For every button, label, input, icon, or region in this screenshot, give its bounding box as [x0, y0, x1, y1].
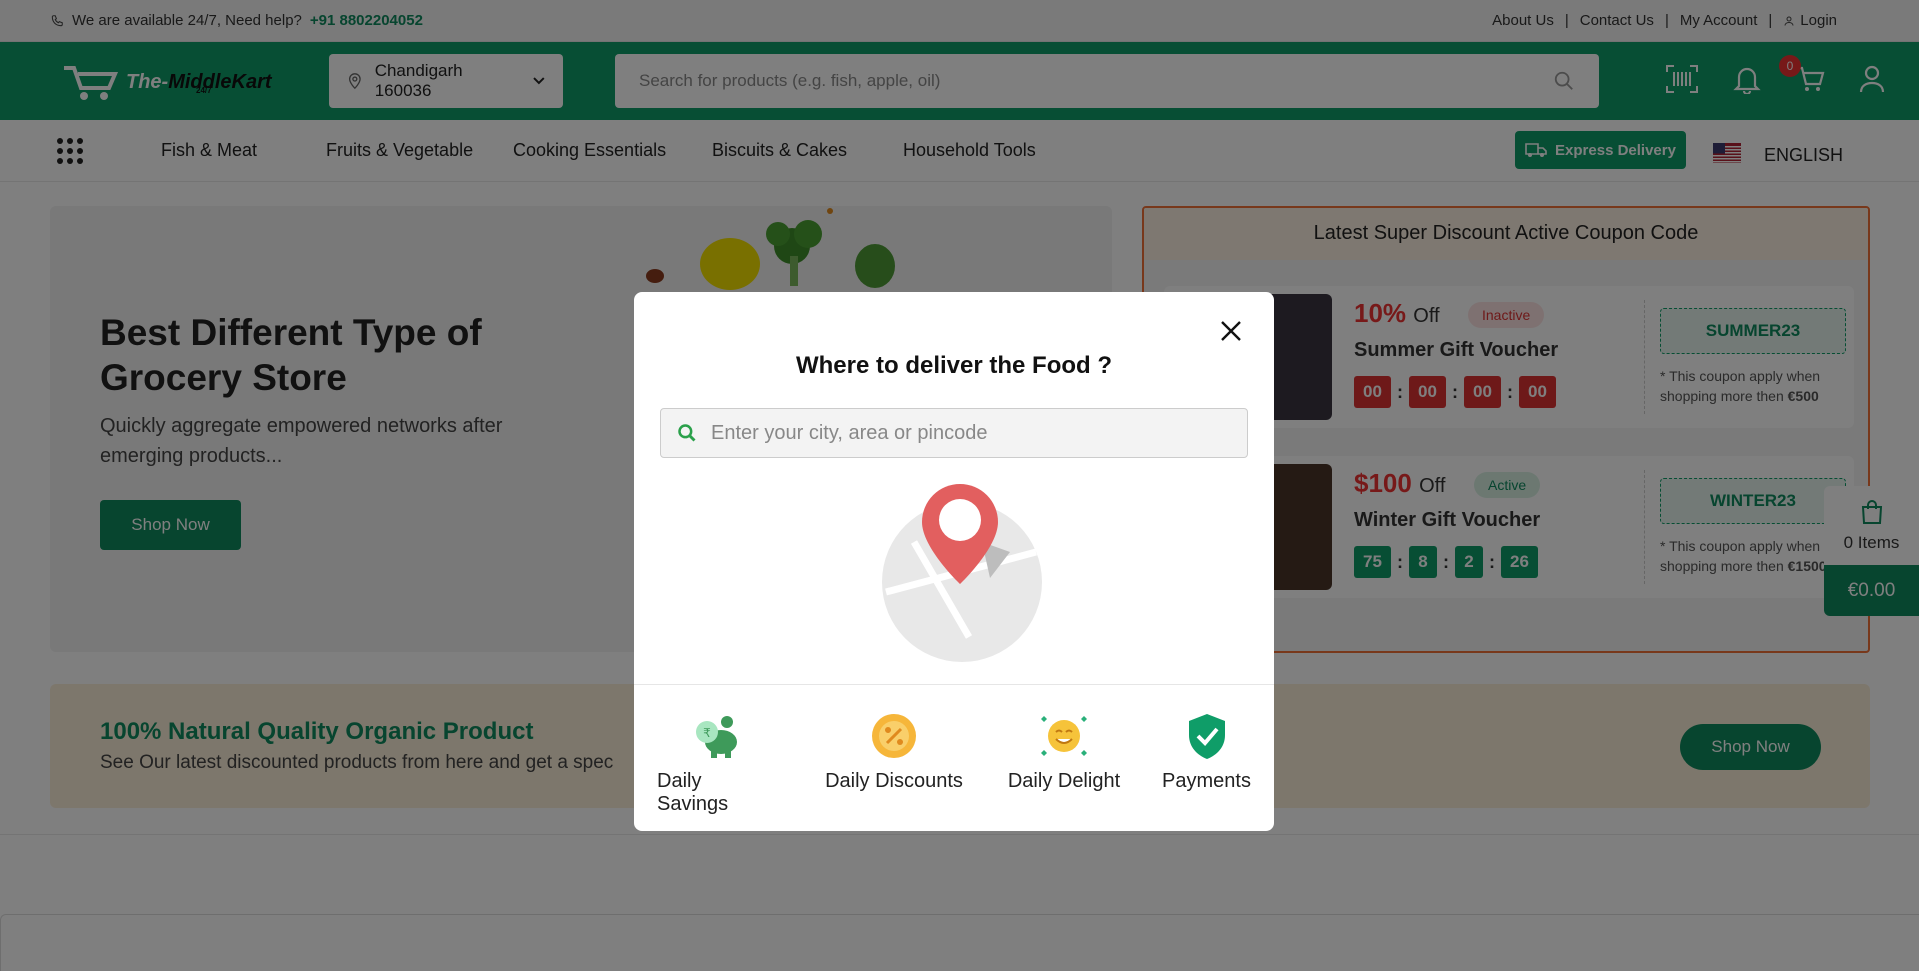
modal-title: Where to deliver the Food ? [795, 352, 1113, 379]
feature-label: Daily Savings [657, 770, 729, 815]
delivery-location-modal: Where to deliver the Food ? Enter your c… [634, 292, 1274, 831]
feature-daily-discounts: Daily Discounts [819, 712, 969, 793]
divider [634, 684, 1274, 685]
discount-badge-icon [872, 714, 916, 758]
feature-daily-savings: ₹ Daily Savings [657, 712, 777, 816]
svg-text:₹: ₹ [703, 726, 711, 740]
location-search-input[interactable]: Enter your city, area or pincode [711, 422, 987, 445]
feature-label: Payments [1162, 770, 1251, 792]
feature-payments: Payments [1154, 712, 1259, 793]
smiley-icon [1041, 716, 1087, 756]
feature-daily-delight: Daily Delight [999, 712, 1129, 793]
feature-label: Daily Delight [1007, 770, 1121, 792]
map-location-illustration [882, 484, 1042, 662]
piggy-bank-icon: ₹ [696, 716, 737, 758]
search-icon [678, 424, 696, 442]
feature-label: Daily Discounts [825, 770, 963, 792]
shield-check-icon [1188, 714, 1225, 759]
close-icon[interactable] [1220, 320, 1242, 342]
location-search-field[interactable]: Enter your city, area or pincode [660, 408, 1248, 458]
